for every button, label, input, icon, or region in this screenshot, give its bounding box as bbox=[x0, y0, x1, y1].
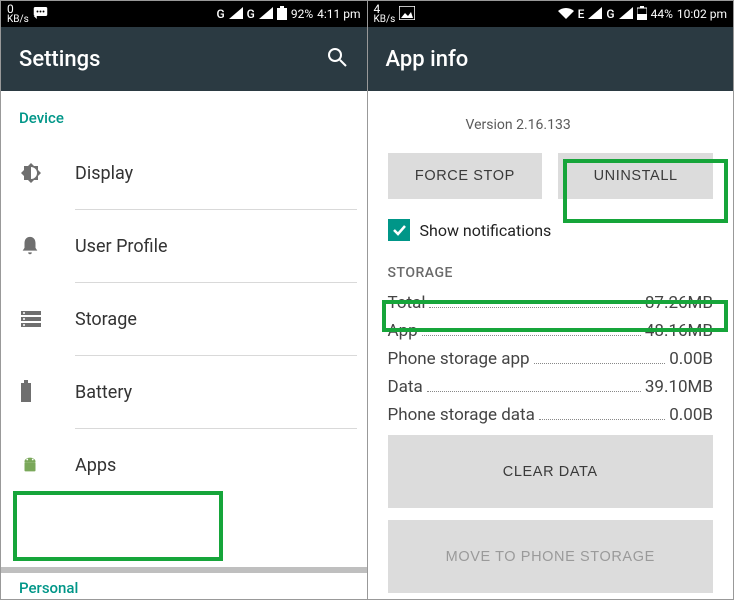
sms-icon bbox=[33, 6, 51, 23]
net-type-2: G bbox=[247, 7, 255, 21]
image-icon bbox=[399, 6, 415, 23]
row-battery[interactable]: Battery bbox=[1, 356, 367, 428]
app-bar: App info bbox=[368, 27, 734, 91]
network-speed: 4KB/s bbox=[374, 3, 396, 25]
force-stop-button[interactable]: FORCE STOP bbox=[388, 153, 543, 199]
section-personal: Personal bbox=[19, 579, 78, 597]
storage-icon bbox=[19, 309, 75, 329]
app-bar: Settings bbox=[1, 27, 367, 91]
row-storage[interactable]: Storage bbox=[1, 283, 367, 355]
page-title: Settings bbox=[19, 47, 100, 72]
row-label: Display bbox=[75, 163, 133, 184]
app-info-screen: 4KB/s E G 44% 10:02 pm App info Version … bbox=[368, 1, 734, 599]
row-display[interactable]: Display bbox=[1, 137, 367, 209]
storage-row-data: Data39.10MB bbox=[368, 373, 734, 401]
row-label: Storage bbox=[75, 309, 137, 330]
page-title: App info bbox=[386, 47, 469, 72]
storage-heading: STORAGE bbox=[368, 249, 734, 289]
highlight-total bbox=[382, 300, 728, 332]
android-icon bbox=[19, 453, 75, 477]
row-user-profile[interactable]: User Profile bbox=[1, 210, 367, 282]
checkbox-label: Show notifications bbox=[420, 221, 552, 240]
bell-icon bbox=[19, 234, 75, 258]
row-label: Battery bbox=[75, 382, 132, 403]
net-type: G bbox=[216, 7, 224, 21]
wifi-icon bbox=[558, 7, 574, 22]
battery-icon bbox=[19, 380, 75, 404]
signal-icon bbox=[588, 7, 602, 22]
highlight-apps bbox=[13, 491, 223, 561]
clock: 4:11 pm bbox=[317, 7, 360, 21]
signal-icon-2 bbox=[259, 7, 273, 22]
app-version: Version 2.16.133 bbox=[368, 91, 734, 147]
battery-icon bbox=[277, 6, 287, 23]
battery-icon bbox=[637, 6, 647, 23]
battery-pct: 92% bbox=[291, 7, 313, 21]
status-bar: 4KB/s E G 44% 10:02 pm bbox=[368, 1, 734, 27]
highlight-uninstall bbox=[563, 159, 728, 223]
row-label: Apps bbox=[75, 455, 116, 476]
status-bar: 0KB/s G G 92% 4:11 pm bbox=[1, 1, 367, 27]
move-to-phone-storage-button: MOVE TO PHONE STORAGE bbox=[388, 520, 714, 593]
net-type: E bbox=[578, 7, 585, 21]
net-type-2: G bbox=[606, 7, 614, 21]
network-speed: 0KB/s bbox=[7, 3, 29, 25]
storage-row-phone-app: Phone storage app0.00B bbox=[368, 345, 734, 373]
checkbox-checked-icon[interactable] bbox=[388, 219, 410, 241]
signal-icon-2 bbox=[619, 7, 633, 22]
settings-screen: 0KB/s G G 92% 4:11 pm Settings Device bbox=[1, 1, 368, 599]
battery-pct: 44% bbox=[651, 7, 673, 21]
search-icon[interactable] bbox=[325, 45, 349, 73]
clear-data-button[interactable]: CLEAR DATA bbox=[388, 435, 714, 508]
signal-icon bbox=[229, 7, 243, 22]
section-device: Device bbox=[1, 91, 367, 137]
clock: 10:02 pm bbox=[677, 7, 727, 21]
brightness-icon bbox=[19, 161, 75, 185]
scroll-indicator bbox=[1, 567, 367, 573]
storage-row-phone-data: Phone storage data0.00B bbox=[368, 401, 734, 429]
row-label: User Profile bbox=[75, 236, 168, 257]
